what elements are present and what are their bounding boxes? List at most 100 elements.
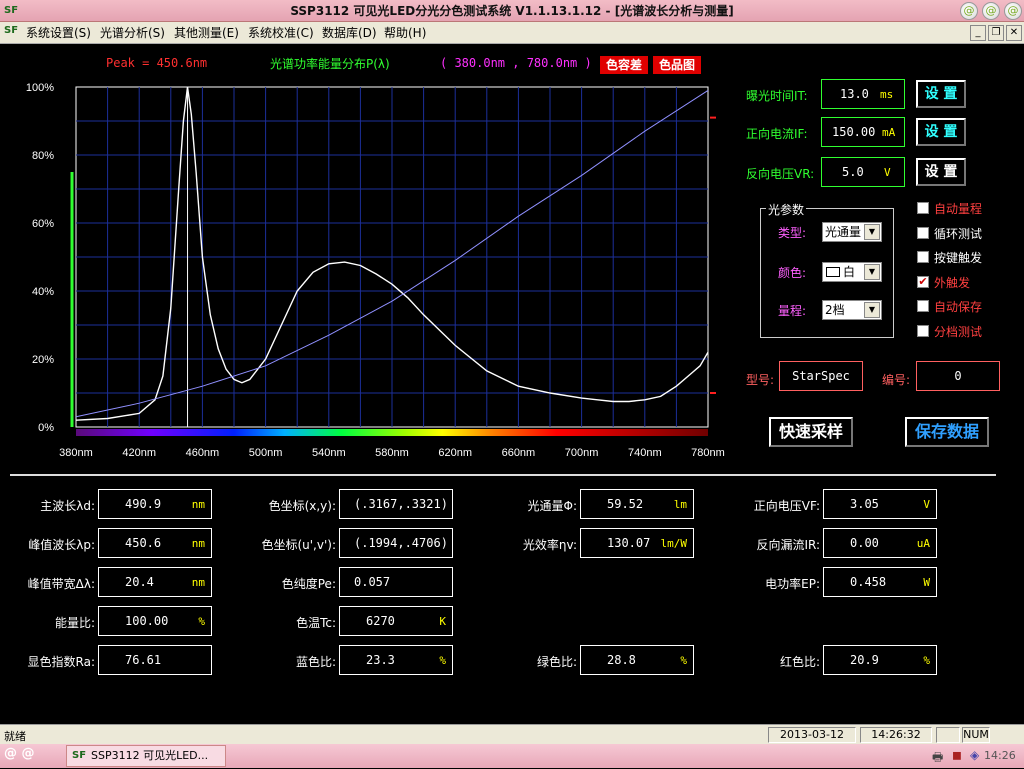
peak_wl-unit: nm [191, 537, 205, 550]
x-tick-label: 620nm [438, 447, 472, 459]
save-data-button[interactable]: 保存数据 [905, 417, 989, 447]
vf-unit: V [923, 498, 930, 511]
cct-field: 6270 K [339, 606, 453, 636]
efficacy-field: 130.07 lm/W [580, 528, 694, 558]
red_ratio-label: 红色比: [779, 655, 820, 669]
green_ratio-field: 28.8% [580, 645, 694, 675]
checkbox[interactable] [917, 251, 929, 263]
checkbox[interactable] [917, 300, 929, 312]
ir-field: 0.00 uA [823, 528, 937, 558]
separator-line [10, 474, 996, 476]
blue_ratio-unit: % [439, 654, 446, 667]
window-title: SSP3112 可见光LED分光分色测试系统 V1.1.13.1.12 - [光… [290, 4, 734, 18]
y-tick-label: 20% [32, 354, 54, 366]
checkbox[interactable] [917, 324, 929, 337]
type-label: 类型: [778, 226, 807, 240]
cct-unit: K [439, 615, 446, 628]
start-button[interactable]: @ @ [4, 746, 58, 766]
color-label: 颜色: [778, 266, 807, 280]
range-select[interactable]: 2档 ▼ [822, 300, 882, 320]
green_ratio-unit: % [680, 654, 687, 667]
menu-help[interactable]: 帮助(H) [384, 25, 426, 41]
mdi-close-button[interactable]: ✕ [1006, 25, 1022, 41]
forward-current-value: 150.00 [832, 125, 876, 139]
reverse-voltage-set-button[interactable]: 设 置 [916, 158, 966, 186]
power-unit: W [923, 576, 930, 589]
cri-value: 76.61 [125, 653, 162, 667]
spectrum-chart: 100% 80% 60% 40% 20% 0% 380nm 420nm 460nm 500nm 54… [26, 82, 725, 459]
light-params-title: 光参数 [766, 201, 807, 218]
range-label: 量程: [778, 304, 807, 318]
efficacy-label: 光效率ηv: [522, 538, 577, 552]
close-window-button[interactable]: @ [1004, 2, 1022, 20]
flux-unit: lm [673, 498, 687, 511]
serial-label: 编号: [882, 373, 911, 387]
serial-field[interactable]: 0 [916, 361, 1000, 391]
menu-other-measure[interactable]: 其他测量(E) [174, 25, 239, 41]
status-cell [936, 727, 960, 743]
ir-value: 0.00 [850, 536, 879, 550]
vf-label: 正向电压VF: [753, 499, 820, 513]
menu-spectrum-analysis[interactable]: 光谱分析(S) [100, 25, 165, 41]
minimize-window-button[interactable]: @ [960, 2, 978, 20]
type-select-value: 光通量 [825, 225, 862, 239]
taskbar-window-button[interactable]: SF SSP3112 可见光LED... [66, 745, 226, 767]
maximize-window-button[interactable]: @ [982, 2, 1000, 20]
fwhm-value: 20.4 [125, 575, 154, 589]
peak_wl-value: 450.6 [125, 536, 162, 550]
reverse-voltage-unit: V [884, 166, 891, 179]
green_ratio-label: 绿色比: [536, 655, 577, 669]
blue_ratio-label: 蓝色比: [295, 655, 336, 669]
menu-system-settings[interactable]: 系统设置(S) [26, 25, 91, 41]
color-select-value: 白 [843, 265, 856, 279]
exposure-set-button[interactable]: 设 置 [916, 80, 966, 108]
color-select[interactable]: 白 ▼ [822, 262, 882, 282]
cct-value: 6270 [366, 614, 395, 628]
green_ratio-value: 28.8 [607, 653, 636, 667]
doc-icon: SF [4, 25, 19, 36]
status-text: 就绪 [4, 730, 26, 743]
taskbar-window-label: SSP3112 可见光LED... [91, 749, 209, 762]
reverse-voltage-label: 反向电压VR: [746, 167, 815, 181]
reverse-voltage-value: 5.0 [842, 165, 864, 179]
peak_wl-label: 峰值波长λp: [28, 538, 95, 552]
model-field[interactable]: StarSpec [779, 361, 863, 391]
title-bar: SF SSP3112 可见光LED分光分色测试系统 V1.1.13.1.12 -… [0, 0, 1024, 22]
mdi-minimize-button[interactable]: _ [970, 25, 986, 41]
cri-field: 76.61 [98, 645, 212, 675]
energy_ratio-label: 能量比: [54, 616, 95, 630]
checkbox[interactable] [917, 202, 929, 214]
forward-current-set-button[interactable]: 设 置 [916, 118, 966, 146]
taskbar: @ @ SF SSP3112 可见光LED... 🖶 ◼ ◈ 14:26 [0, 744, 1024, 768]
exposure-field[interactable]: 13.0 ms [821, 79, 905, 109]
printer-icon[interactable]: 🖶 [932, 748, 943, 769]
blue_ratio-field: 23.3% [339, 645, 453, 675]
tray-icon[interactable]: ◼ [952, 748, 962, 762]
efficacy-unit: lm/W [660, 537, 688, 550]
cct-label: 色温Tc: [296, 616, 336, 630]
type-select[interactable]: 光通量 ▼ [822, 222, 882, 242]
menu-system-calibration[interactable]: 系统校准(C) [248, 25, 314, 41]
energy_ratio-field: 100.00% [98, 606, 212, 636]
forward-current-field[interactable]: 150.00 mA [821, 117, 905, 147]
red_ratio-field: 20.9% [823, 645, 937, 675]
forward-current-label: 正向电流IF: [746, 127, 808, 141]
exposure-unit: ms [880, 88, 894, 101]
checkbox[interactable]: ✔ [917, 275, 929, 288]
y-tick-label: 0% [38, 422, 54, 434]
network-icon[interactable]: ◈ [970, 748, 979, 762]
mdi-restore-button[interactable]: ❐ [988, 25, 1004, 41]
quick-sample-button[interactable]: 快速采样 [769, 417, 853, 447]
flux-value: 59.52 [607, 497, 644, 511]
flux-label: 光通量Φ: [527, 499, 578, 513]
red_ratio-unit: % [923, 654, 930, 667]
ir-unit: uA [916, 537, 930, 550]
energy_ratio-unit: % [198, 615, 205, 628]
red_ratio-value: 20.9 [850, 653, 879, 667]
x-tick-label: 380nm [59, 447, 93, 459]
ir-label: 反向漏流IR: [756, 538, 820, 552]
taskbar-clock: 14:26 [984, 749, 1016, 762]
reverse-voltage-field[interactable]: 5.0 V [821, 157, 905, 187]
menu-database[interactable]: 数据库(D) [322, 25, 377, 41]
checkbox[interactable] [917, 226, 929, 239]
